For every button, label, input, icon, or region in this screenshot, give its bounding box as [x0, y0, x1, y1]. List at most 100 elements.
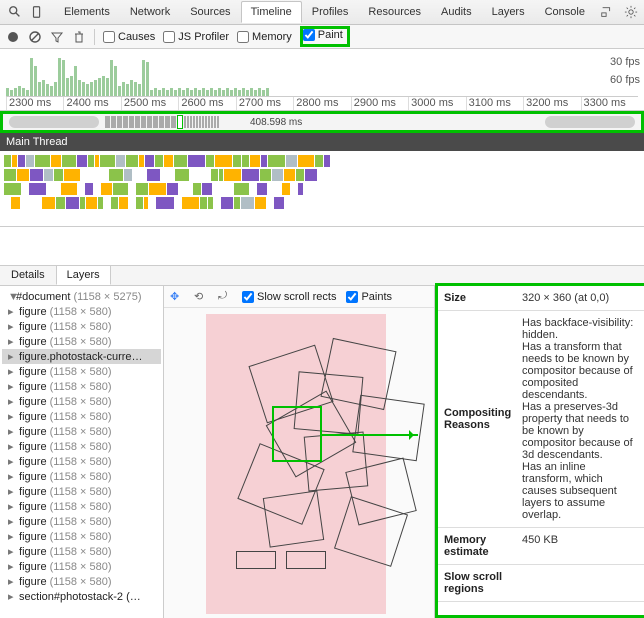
drawer-icon[interactable] [599, 4, 615, 20]
tick: 3300 ms [581, 97, 638, 110]
layer-tree[interactable]: ▼#document (1158 × 5275) ▸ figure (1158 … [0, 286, 164, 618]
tree-item[interactable]: ▸ figure (1158 × 580) [2, 424, 161, 439]
paint-checkbox[interactable]: Paint [303, 29, 343, 41]
slow-scroll-checkbox[interactable]: Slow scroll rects [242, 291, 336, 303]
separator [94, 29, 95, 45]
memory-checkbox[interactable]: Memory [237, 31, 292, 43]
overview-bars [6, 56, 604, 96]
device-icon[interactable] [30, 4, 44, 20]
causes-checkbox[interactable]: Causes [103, 31, 155, 43]
search-icon[interactable] [8, 4, 22, 20]
tree-item[interactable]: ▸ figure (1158 × 580) [2, 319, 161, 334]
tree-item[interactable]: ▸ figure (1158 × 580) [2, 454, 161, 469]
filter-icon[interactable] [50, 30, 64, 44]
overview-pane[interactable]: 30 fps 60 fps 2300 ms 2400 ms 2500 ms 26… [0, 49, 644, 111]
tab-layers-lower[interactable]: Layers [56, 265, 111, 285]
lower-pane: ▼#document (1158 × 5275) ▸ figure (1158 … [0, 286, 644, 618]
layer-visualization[interactable]: ✥ ⟲ ⤾ Slow scroll rects Paints [164, 286, 435, 618]
paint-label: Paint [318, 29, 343, 41]
prop-value: Has backface-visibility: hidden.Has a tr… [516, 311, 644, 527]
tree-item[interactable]: ▸ figure (1158 × 580) [2, 529, 161, 544]
settings-icon[interactable] [623, 4, 639, 20]
tab-elements[interactable]: Elements [54, 1, 120, 23]
tick: 3200 ms [523, 97, 580, 110]
tree-item[interactable]: ▸ figure (1158 × 580) [2, 469, 161, 484]
tab-sources[interactable]: Sources [180, 1, 240, 23]
selected-layer[interactable] [272, 406, 322, 462]
tree-item[interactable]: ▸ section#photostack-2 (… [2, 589, 161, 604]
fps30-label: 30 fps [610, 53, 640, 71]
jsprofiler-checkbox[interactable]: JS Profiler [163, 31, 229, 43]
prop-size: Size 320 × 360 (at 0,0) [438, 286, 644, 311]
tree-item[interactable]: ▸ figure (1158 × 580) [2, 574, 161, 589]
tick: 3100 ms [466, 97, 523, 110]
scrub-handle-left[interactable] [9, 116, 99, 128]
prop-key: Compositing Reasons [438, 311, 516, 527]
clear-icon[interactable] [28, 30, 42, 44]
tick: 2700 ms [236, 97, 293, 110]
nav-box [236, 551, 276, 569]
prop-key: Slow scroll regions [438, 565, 516, 601]
tree-item[interactable]: ▸ figure (1158 × 580) [2, 499, 161, 514]
flame-chart[interactable] [0, 151, 644, 227]
tick: 2800 ms [293, 97, 350, 110]
devtools-toolbar: Elements Network Sources Timeline Profil… [0, 0, 644, 25]
causes-label: Causes [118, 31, 155, 43]
tick: 3000 ms [408, 97, 465, 110]
memory-label: Memory [252, 31, 292, 43]
thread-header: Main Thread [0, 133, 644, 151]
record-icon[interactable] [6, 30, 20, 44]
tree-item[interactable]: ▸ figure (1158 × 580) [2, 409, 161, 424]
reset-icon[interactable]: ⤾ [218, 290, 232, 303]
fps-labels: 30 fps 60 fps [610, 53, 640, 89]
tree-item[interactable]: ▸ figure (1158 × 580) [2, 559, 161, 574]
prop-value [516, 565, 644, 601]
tree-item[interactable]: ▸ figure (1158 × 580) [2, 484, 161, 499]
scrub-frames[interactable]: 408.598 ms [105, 114, 539, 130]
tab-network[interactable]: Network [120, 1, 180, 23]
paint-highlight: Paint [300, 26, 350, 47]
tree-item[interactable]: ▸ figure (1158 × 580) [2, 439, 161, 454]
tab-timeline[interactable]: Timeline [241, 1, 302, 23]
tree-item[interactable]: ▸ figure (1158 × 580) [2, 364, 161, 379]
garbage-icon[interactable] [72, 30, 86, 44]
jsprofiler-label: JS Profiler [178, 31, 229, 43]
arrow-icon [322, 434, 418, 436]
tick: 2500 ms [121, 97, 178, 110]
nav-box [286, 551, 326, 569]
timeline-controls: Causes JS Profiler Memory Paint [0, 25, 644, 49]
tree-item[interactable]: ▸ figure (1158 × 580) [2, 304, 161, 319]
prop-key: Memory estimate [438, 528, 516, 564]
panel-tabs: Elements Network Sources Timeline Profil… [54, 1, 595, 23]
tree-item[interactable]: ▸ figure (1158 × 580) [2, 514, 161, 529]
spacer [0, 227, 644, 265]
prop-key: Size [438, 286, 516, 310]
prop-compositing-reasons: Compositing Reasons Has backface-visibil… [438, 311, 644, 528]
tree-item[interactable]: ▸ figure (1158 × 580) [2, 334, 161, 349]
tab-console[interactable]: Console [535, 1, 595, 23]
tab-details[interactable]: Details [0, 265, 56, 285]
tick: 2400 ms [63, 97, 120, 110]
paints-checkbox[interactable]: Paints [346, 291, 392, 303]
tree-item[interactable]: ▸ figure.photostack-curre… [2, 349, 161, 364]
tab-resources[interactable]: Resources [358, 1, 431, 23]
tick: 2900 ms [351, 97, 408, 110]
pan-icon[interactable]: ✥ [170, 290, 184, 303]
paints-label: Paints [361, 291, 392, 303]
frame-scrubber[interactable]: 408.598 ms [0, 111, 644, 133]
tick: 2300 ms [6, 97, 63, 110]
prop-slow-scroll: Slow scroll regions [438, 565, 644, 602]
tree-root[interactable]: ▼#document (1158 × 5275) [2, 290, 161, 304]
tree-item[interactable]: ▸ figure (1158 × 580) [2, 379, 161, 394]
tab-profiles[interactable]: Profiles [302, 1, 359, 23]
layer-properties: Size 320 × 360 (at 0,0) Compositing Reas… [435, 283, 644, 618]
viz-toolbar: ✥ ⟲ ⤾ Slow scroll rects Paints [164, 286, 434, 308]
rotate-icon[interactable]: ⟲ [194, 290, 208, 303]
layer-wireframe[interactable] [263, 490, 324, 547]
tab-layers[interactable]: Layers [482, 1, 535, 23]
tree-item[interactable]: ▸ figure (1158 × 580) [2, 394, 161, 409]
scrub-handle-right[interactable] [545, 116, 635, 128]
tree-item[interactable]: ▸ figure (1158 × 580) [2, 544, 161, 559]
tab-audits[interactable]: Audits [431, 1, 482, 23]
prop-value: 450 KB [516, 528, 644, 564]
